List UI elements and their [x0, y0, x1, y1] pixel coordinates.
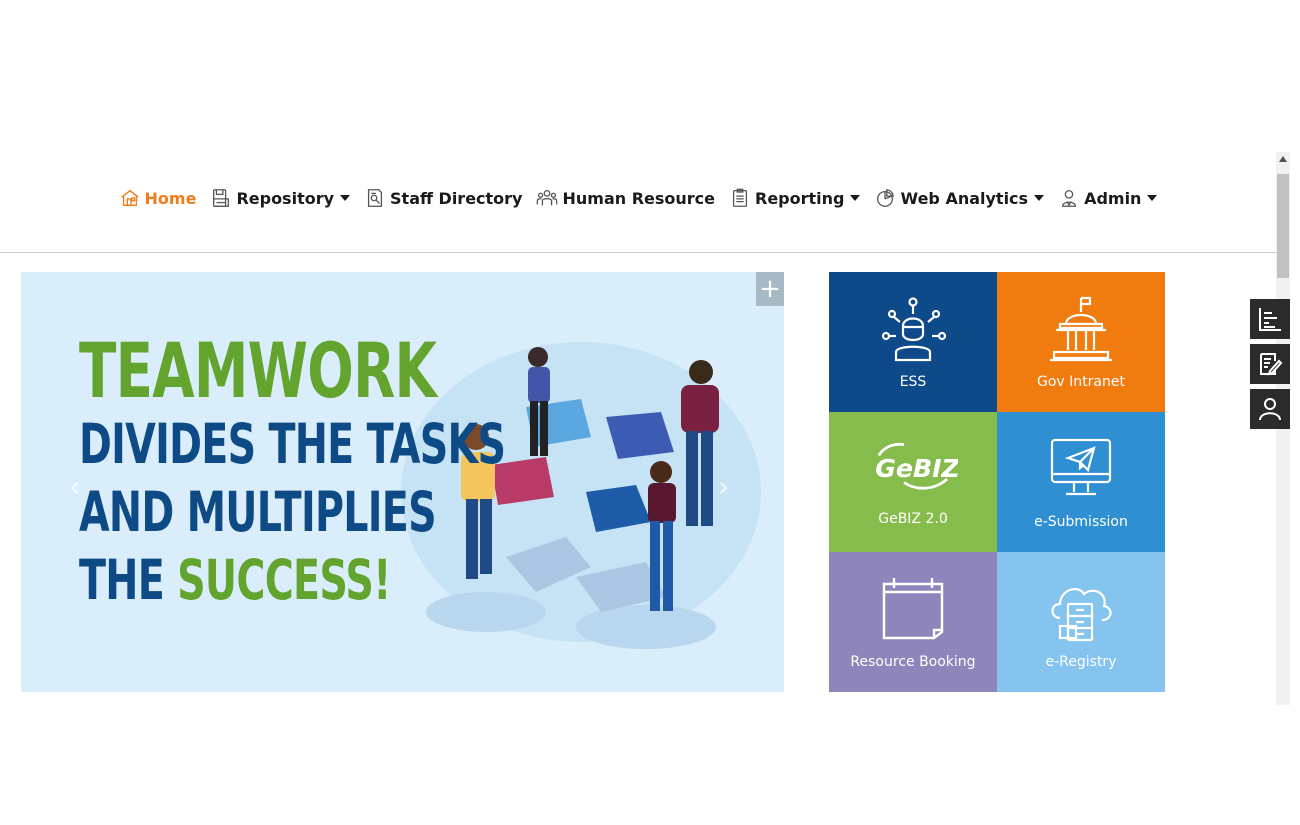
banner-line-4-prefix: THE	[79, 548, 178, 612]
tile-ess[interactable]: ESS	[829, 272, 997, 412]
nav-web-analytics-label: Web Analytics	[900, 188, 1029, 208]
tile-e-registry-label: e-Registry	[1045, 654, 1117, 670]
user-profile-icon	[1259, 398, 1281, 421]
pie-chart-icon	[877, 189, 895, 207]
tile-resource-booking[interactable]: Resource Booking	[829, 552, 997, 692]
tile-ess-label: ESS	[899, 374, 927, 390]
banner-line-4-highlight: SUCCESS!	[177, 548, 391, 612]
carousel-prev-arrow-icon[interactable]: ‹	[69, 470, 80, 503]
tile-e-submission[interactable]: e-Submission	[997, 412, 1165, 552]
repository-icon	[213, 189, 230, 207]
nav-human-resource-label: Human Resource	[562, 188, 715, 208]
tile-gov-intranet-label: Gov Intranet	[1037, 374, 1125, 390]
nav-reporting[interactable]: Reporting	[729, 187, 861, 209]
banner-line-1: TEAMWORK	[79, 326, 437, 415]
tile-e-registry[interactable]: e-Registry	[997, 552, 1165, 692]
tile-resource-booking-label: Resource Booking	[850, 654, 976, 670]
banner-line-3: AND MULTIPLIES	[79, 480, 437, 544]
quick-links-grid: ESS Gov Intranet GeBIZ GeBIZ 2.0 e-Submi…	[829, 272, 1165, 692]
scroll-up-arrow-icon[interactable]	[1279, 156, 1287, 162]
nav-admin-label: Admin	[1084, 188, 1142, 208]
tile-e-submission-label: e-Submission	[1034, 514, 1128, 530]
nav-reporting-label: Reporting	[755, 188, 845, 208]
side-button-profile[interactable]	[1250, 389, 1290, 429]
monitor-send-icon	[1050, 438, 1112, 496]
side-button-edit[interactable]	[1250, 344, 1290, 384]
staff-directory-icon	[367, 189, 383, 207]
nav-repository[interactable]: Repository	[210, 187, 351, 209]
gebiz-logo-icon: GeBIZ	[875, 442, 958, 490]
banner-line-2: DIVIDES THE TASKS	[79, 412, 506, 476]
chevron-down-icon	[340, 195, 351, 201]
nav-home-label: Home	[144, 188, 197, 208]
admin-user-icon	[1062, 190, 1077, 207]
nav-staff-directory-label: Staff Directory	[390, 188, 523, 208]
home-icon	[120, 189, 139, 207]
bar-list-icon	[1259, 308, 1281, 331]
nav-repository-label: Repository	[236, 188, 335, 208]
chevron-down-icon	[1034, 195, 1045, 201]
banner-line-4: THE SUCCESS!	[79, 546, 505, 614]
clipboard-icon	[732, 188, 748, 207]
chevron-down-icon	[1147, 195, 1158, 201]
banner-expand-button[interactable]: +	[756, 272, 784, 306]
side-button-analytics[interactable]	[1250, 299, 1290, 339]
tile-gov-intranet[interactable]: Gov Intranet	[997, 272, 1165, 412]
page: Home Repository Staff Directory Human Re…	[0, 0, 1300, 825]
svg-text:GeBIZ: GeBIZ	[875, 454, 958, 483]
nav-admin[interactable]: Admin	[1058, 187, 1158, 209]
government-building-icon	[1050, 296, 1112, 362]
banner-carousel[interactable]: TEAMWORK DIVIDES THE TASKS AND MULTIPLIE…	[21, 272, 784, 692]
ess-network-user-icon	[881, 297, 947, 362]
nav-divider	[0, 252, 1276, 253]
chevron-down-icon	[850, 195, 861, 201]
tile-gebiz-label: GeBIZ 2.0	[878, 511, 948, 527]
tile-gebiz[interactable]: GeBIZ GeBIZ 2.0	[829, 412, 997, 552]
banner-headline: TEAMWORK DIVIDES THE TASKS AND MULTIPLIE…	[79, 326, 506, 614]
nav-human-resource[interactable]: Human Resource	[536, 187, 715, 209]
nav-home[interactable]: Home	[119, 187, 197, 209]
cloud-cabinet-icon	[1051, 587, 1112, 642]
edit-document-icon	[1260, 353, 1283, 376]
calendar-icon	[882, 578, 944, 640]
people-icon	[537, 190, 558, 206]
scroll-thumb[interactable]	[1277, 174, 1289, 278]
nav-staff-directory[interactable]: Staff Directory	[364, 187, 522, 209]
nav-web-analytics[interactable]: Web Analytics	[874, 187, 1045, 209]
carousel-next-arrow-icon[interactable]: ›	[718, 470, 729, 503]
main-nav: Home Repository Staff Directory Human Re…	[0, 180, 1276, 216]
